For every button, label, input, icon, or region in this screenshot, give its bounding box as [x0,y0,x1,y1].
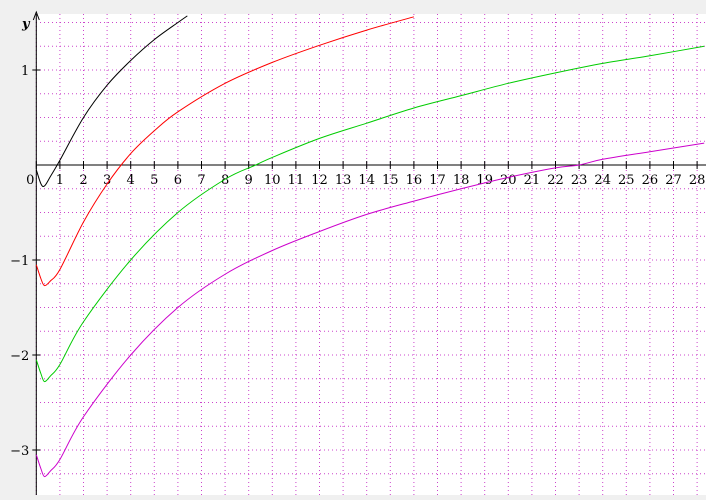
function-plot: 0 1 2 3 4 5 6 7 8 9 10 11 12 13 14 15 16 17 18 19 20 21 22 23 24… [0,0,706,495]
x-tick-label: 1 [56,173,64,188]
x-tick-label: 14 [358,173,375,188]
x-tick-label: 7 [197,173,205,188]
x-tick-label: 0 [26,173,34,188]
x-tick-label: 11 [288,173,305,188]
x-tick-label: 9 [245,173,253,188]
y-axis-label: y [21,17,31,32]
x-tick-label: 23 [571,173,588,188]
x-tick-label: 27 [665,173,682,188]
x-tick-label: 2 [79,173,87,188]
x-tick-label: 22 [547,173,564,188]
x-tick-label: 25 [618,173,635,188]
x-tick-label: 18 [453,173,470,188]
x-tick-label: 13 [335,173,352,188]
x-tick-label: 26 [642,173,659,188]
y-tick-label: −1 [10,254,29,269]
x-tick-label: 12 [311,173,328,188]
y-tick-label: −3 [10,444,29,459]
plot-area: 0 1 2 3 4 5 6 7 8 9 10 11 12 13 14 15 16 17 18 19 20 21 22 23 24… [0,0,706,495]
x-tick-label: 19 [476,173,493,188]
x-tick-label: 28 [689,173,706,188]
x-tick-label: 6 [174,173,182,188]
x-tick-label: 5 [150,173,158,188]
x-tick-label: 15 [382,173,399,188]
top-margin-strip [0,0,706,14]
x-tick-label: 10 [264,173,281,188]
x-tick-label: 21 [524,173,541,188]
x-tick-label: 20 [500,173,517,188]
y-tick-label: 1 [21,64,29,79]
x-tick-label: 4 [127,173,135,188]
x-tick-label: 24 [594,173,611,188]
left-margin-strip [0,0,36,495]
y-tick-label: −2 [10,349,29,364]
plot-background [0,0,706,495]
x-tick-label: 16 [406,173,423,188]
x-tick-label: 17 [429,173,446,188]
